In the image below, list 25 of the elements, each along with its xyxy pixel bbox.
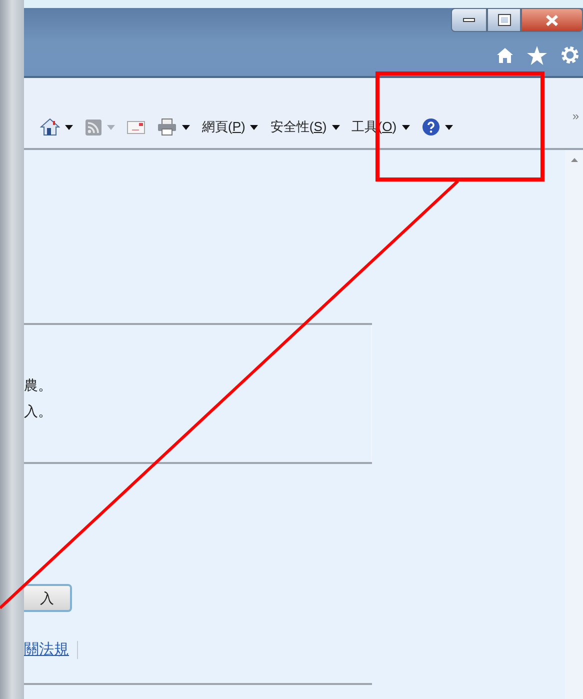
help-icon	[422, 118, 440, 136]
print-button[interactable]	[157, 117, 190, 137]
star-icon[interactable]	[527, 46, 547, 64]
menu-button[interactable]: 安全性(S)	[270, 117, 340, 137]
restore-icon	[498, 15, 510, 25]
help-button[interactable]	[422, 117, 453, 137]
notice-text: 農。	[24, 376, 52, 394]
scroll-up-arrow-icon[interactable]	[570, 158, 578, 162]
house-icon	[40, 118, 60, 136]
settings-icon[interactable]	[560, 45, 580, 65]
home-button[interactable]	[40, 117, 73, 137]
submit-button[interactable]: 入	[24, 584, 72, 612]
close-button[interactable]	[521, 8, 583, 32]
notice-text: 入。	[24, 402, 52, 420]
restore-button[interactable]	[487, 8, 521, 32]
home-icon[interactable]	[496, 46, 514, 64]
menu-button[interactable]: 網頁(P)	[202, 117, 258, 137]
feed-icon	[85, 118, 102, 136]
envelope-icon	[127, 120, 145, 134]
close-icon	[546, 14, 558, 26]
minimize-icon	[463, 18, 475, 22]
overflow-chevron[interactable]: »	[572, 107, 579, 125]
printer-icon	[157, 118, 177, 136]
minimize-button[interactable]	[451, 8, 487, 32]
regulations-link[interactable]: 關法規	[24, 638, 69, 662]
